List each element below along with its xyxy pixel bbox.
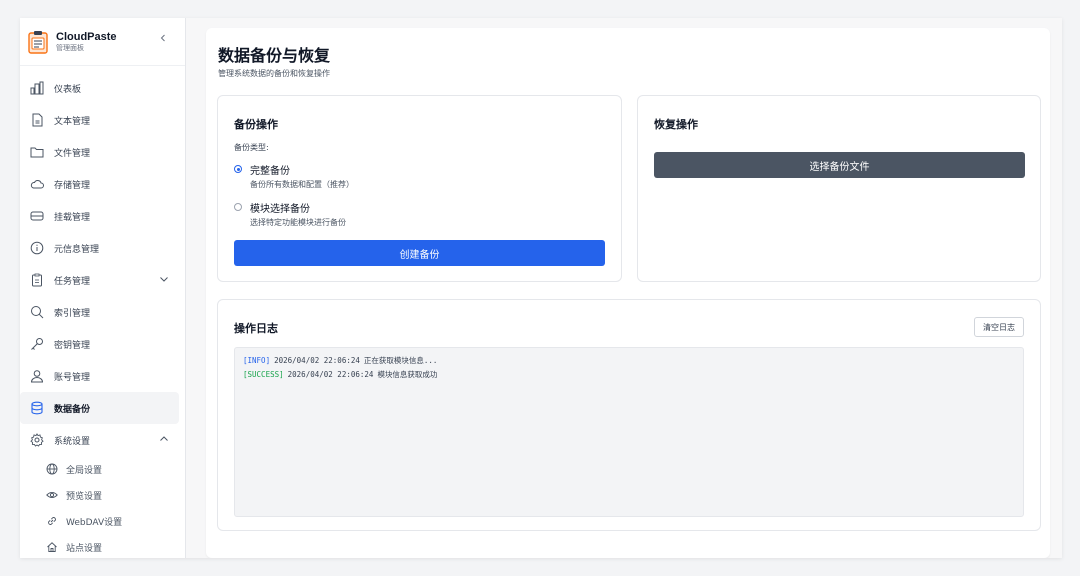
chevron-up-icon[interactable] (159, 434, 169, 444)
sidebar-subitem-label: WebDAV设置 (66, 517, 123, 528)
module-backup-radio[interactable] (234, 203, 242, 211)
log-output[interactable]: [INFO] 2026/04/02 22:06:24 正在获取模块信息... [SU… (234, 347, 1024, 517)
restore-card: 恢复操作 选择备份文件 (637, 95, 1041, 282)
sidebar-subitem-preview-settings[interactable]: 预览设置 (20, 482, 185, 508)
sidebar-item-label: 仪表板 (54, 84, 82, 95)
sidebar-item-label: 索引管理 (54, 308, 91, 319)
chevron-down-icon[interactable] (159, 274, 169, 284)
module-backup-option[interactable]: 模块选择备份 选择特定功能模块进行备份 (234, 200, 346, 228)
sidebar-subitem-site-settings[interactable]: 站点设置 (20, 534, 185, 558)
sidebar-item-label: 数据备份 (54, 404, 91, 415)
bar-chart-icon (30, 81, 44, 95)
key-icon (30, 337, 44, 351)
globe-icon (46, 463, 58, 475)
sidebar-item-label: 文本管理 (54, 116, 91, 127)
restore-card-title: 恢复操作 (654, 118, 698, 131)
chevron-left-icon (160, 34, 165, 42)
log-message: 模块信息获取成功 (377, 370, 438, 379)
backup-card: 备份操作 备份类型: 完整备份 备份所有数据和配置（推荐） 模块选择备份 选择特… (217, 95, 622, 282)
sidebar-item-text[interactable]: 文本管理 (20, 104, 179, 136)
sidebar-item-mount[interactable]: 挂载管理 (20, 200, 179, 232)
log-message: 正在获取模块信息... (363, 356, 438, 365)
log-card: 操作日志 清空日志 [INFO] 2026/04/02 22:06:24 正在获取模… (217, 299, 1041, 531)
sidebar-item-tasks[interactable]: 任务管理 (20, 264, 179, 296)
collapse-sidebar-button[interactable] (155, 30, 171, 46)
log-level: [INFO] (243, 356, 271, 365)
sidebar-item-keys[interactable]: 密钥管理 (20, 328, 179, 360)
folder-icon (30, 145, 44, 159)
sidebar-item-label: 密钥管理 (54, 340, 91, 351)
log-entry: [SUCCESS] 2026/04/02 22:06:24 模块信息获取成功 (243, 368, 1015, 382)
sidebar-item-label: 系统设置 (54, 436, 91, 447)
backup-card-title: 备份操作 (234, 118, 278, 131)
app-window: CloudPaste 管理面板 仪表板 文本管理 文件管理 存储管理 挂载管理 … (20, 18, 1062, 558)
sidebar-item-label: 挂载管理 (54, 212, 91, 223)
user-icon (30, 369, 44, 383)
sidebar-subitem-webdav-settings[interactable]: WebDAV设置 (20, 508, 185, 534)
log-level: [SUCCESS] (243, 370, 284, 379)
sidebar-item-settings[interactable]: 系统设置 (20, 424, 179, 456)
log-time: 2026/04/02 22:06:24 (287, 370, 374, 379)
create-backup-button[interactable]: 创建备份 (234, 240, 605, 266)
log-card-title: 操作日志 (234, 322, 278, 335)
sidebar-item-backup[interactable]: 数据备份 (20, 392, 179, 424)
log-time: 2026/04/02 22:06:24 (274, 356, 360, 365)
link-icon (46, 515, 58, 527)
brand-subtitle: 管理面板 (56, 43, 84, 52)
sidebar-item-label: 文件管理 (54, 148, 91, 159)
database-icon (30, 401, 44, 415)
brand-title: CloudPaste (56, 30, 117, 43)
sidebar-subitem-label: 预览设置 (66, 491, 103, 502)
sidebar-item-label: 账号管理 (54, 372, 91, 383)
search-icon (30, 305, 44, 319)
sidebar-item-label: 任务管理 (54, 276, 91, 287)
brand: CloudPaste 管理面板 (20, 18, 185, 66)
sidebar-subitem-label: 全局设置 (66, 465, 103, 476)
sidebar-item-label: 存储管理 (54, 180, 91, 191)
clear-log-button[interactable]: 清空日志 (974, 317, 1024, 337)
document-icon (30, 113, 44, 127)
sidebar-subitem-global-settings[interactable]: 全局设置 (20, 456, 185, 482)
cloud-icon (30, 177, 44, 191)
info-icon (30, 241, 44, 255)
eye-icon (46, 489, 58, 501)
sidebar-item-metadata[interactable]: 元信息管理 (20, 232, 179, 264)
sidebar-item-label: 元信息管理 (54, 244, 100, 255)
sidebar-item-dashboard[interactable]: 仪表板 (20, 72, 179, 104)
sidebar-nav: 仪表板 文本管理 文件管理 存储管理 挂载管理 元信息管理 任务管理 索引管理 … (20, 66, 185, 558)
full-backup-radio[interactable] (234, 165, 242, 173)
sidebar-item-files[interactable]: 文件管理 (20, 136, 179, 168)
clipboard-logo-icon (28, 30, 48, 54)
sidebar-item-accounts[interactable]: 账号管理 (20, 360, 179, 392)
home-icon (46, 541, 58, 553)
module-backup-label: 模块选择备份 (250, 204, 310, 215)
full-backup-option[interactable]: 完整备份 备份所有数据和配置（推荐） (234, 162, 354, 190)
log-entry: [INFO] 2026/04/02 22:06:24 正在获取模块信息... (243, 354, 1015, 368)
sidebar-item-storage[interactable]: 存储管理 (20, 168, 179, 200)
backup-page: 数据备份与恢复 管理系统数据的备份和恢复操作 备份操作 备份类型: 完整备份 备… (206, 28, 1050, 558)
drive-icon (30, 209, 44, 223)
full-backup-label: 完整备份 (250, 166, 290, 177)
sidebar-item-index[interactable]: 索引管理 (20, 296, 179, 328)
page-subtitle: 管理系统数据的备份和恢复操作 (218, 69, 330, 78)
full-backup-desc: 备份所有数据和配置（推荐） (250, 180, 354, 189)
gear-icon (30, 433, 44, 447)
sidebar-subitem-label: 站点设置 (66, 543, 103, 554)
sidebar: CloudPaste 管理面板 仪表板 文本管理 文件管理 存储管理 挂载管理 … (20, 18, 186, 558)
main-area: 数据备份与恢复 管理系统数据的备份和恢复操作 备份操作 备份类型: 完整备份 备… (186, 18, 1062, 558)
select-backup-file-button[interactable]: 选择备份文件 (654, 152, 1025, 178)
clipboard-icon (30, 273, 44, 287)
page-title: 数据备份与恢复 (218, 46, 331, 65)
module-backup-desc: 选择特定功能模块进行备份 (250, 218, 346, 227)
backup-type-label: 备份类型: (234, 143, 269, 152)
